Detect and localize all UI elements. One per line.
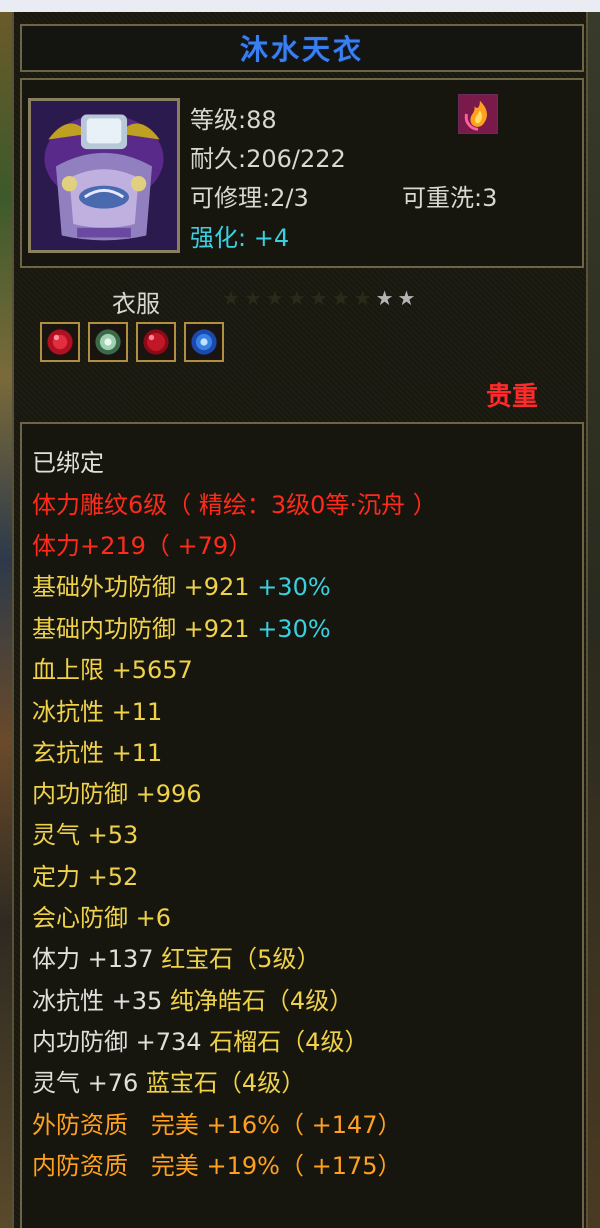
stamina-attribute: 体力+219（ +79）: [32, 532, 253, 560]
star-icon: ★: [222, 286, 244, 310]
item-enhance: 强化: +4: [190, 218, 289, 253]
ruby-gem-icon: [143, 329, 169, 355]
gem-stat-2-name: 纯净皓石（4级）: [169, 987, 354, 1015]
background-scene-left: [0, 12, 12, 1228]
star-icon: ★: [265, 286, 288, 310]
ext-def-base: 基础外功防御 +921: [32, 573, 250, 601]
star-icon: ★: [287, 286, 310, 310]
enhance-value: +4: [253, 224, 290, 252]
gem-stat-1-name: 红宝石（5级）: [161, 945, 321, 973]
gem-stat-2: 冰抗性 +35 纯净皓石（4级）: [32, 986, 353, 1016]
star-lit-icon: ★: [375, 286, 398, 310]
quality-1-grade: 完美: [150, 1111, 199, 1139]
item-level: 等级:88: [190, 106, 277, 134]
gem-stat-1: 体力 +137 红宝石（5级）: [32, 944, 320, 974]
star-icon: ★: [353, 286, 376, 310]
gem-stat-2-value: 冰抗性 +35: [32, 987, 163, 1015]
rarity-label: 贵重: [486, 382, 539, 412]
int-def-pct: +30%: [257, 615, 331, 643]
armor-portrait: [28, 98, 180, 253]
star-icon: ★: [331, 286, 354, 310]
gem-stat-4-value: 灵气 +76: [32, 1069, 139, 1097]
flame-icon: [459, 95, 497, 133]
gem-stat-3: 内功防御 +734 石榴石（4级）: [32, 1027, 368, 1057]
gem-stat-3-value: 内功防御 +734: [32, 1028, 202, 1056]
red-gem-icon: [47, 329, 73, 355]
gem-stat-4-name: 蓝宝石（4级）: [145, 1069, 306, 1097]
item-category: 衣服: [112, 290, 160, 318]
item-title-box: 沐水天衣: [20, 24, 584, 72]
quality-2-grade: 完美: [150, 1152, 199, 1180]
blue-gem-icon: [191, 329, 217, 355]
element-badge: [458, 94, 498, 134]
int-def-bonus-attribute: 内功防御 +996: [32, 780, 202, 808]
item-durability: 耐久:206/222: [190, 145, 346, 173]
ext-def-attribute: 基础外功防御 +921 +30%: [32, 572, 331, 602]
gem-socket-1[interactable]: [40, 322, 80, 362]
quality-1-label: 外防资质: [32, 1111, 128, 1139]
window-top-edge: [0, 0, 600, 12]
int-def-base: 基础内功防御 +921: [32, 615, 250, 643]
ice-res-attribute: 冰抗性 +11: [32, 698, 163, 726]
xuan-res-attribute: 玄抗性 +11: [32, 739, 163, 767]
quality-line-2: 内防资质 完美 +19%（ +175）: [32, 1151, 402, 1181]
enhance-label: 强化:: [190, 224, 247, 252]
int-def-attribute: 基础内功防御 +921 +30%: [32, 614, 331, 644]
quality-2-label: 内防资质: [32, 1152, 128, 1180]
gem-stat-1-value: 体力 +137: [32, 945, 154, 973]
gem-stat-3-name: 石榴石（4级）: [209, 1028, 369, 1056]
star-lit-icon: ★: [397, 286, 420, 310]
quality-line-1: 外防资质 完美 +16%（ +147）: [32, 1110, 402, 1140]
star-rating: ★★★★★★★★★: [222, 286, 419, 310]
gem-socket-2[interactable]: [88, 322, 128, 362]
item-rewash-count: 可重洗:3: [402, 184, 498, 212]
crit-def-attribute: 会心防御 +6: [32, 904, 172, 932]
background-scene-right: [588, 12, 600, 1228]
quality-2-value: +19%（ +175）: [206, 1152, 402, 1180]
item-name: 沐水天衣: [239, 33, 364, 66]
gem-socket-3[interactable]: [136, 322, 176, 362]
bound-status: 已绑定: [32, 449, 104, 477]
quality-1-value: +16%（ +147）: [206, 1111, 402, 1139]
green-gem-icon: [95, 329, 121, 355]
gem-socket-4[interactable]: [184, 322, 224, 362]
star-icon: ★: [243, 286, 266, 310]
ext-def-pct: +30%: [257, 573, 331, 601]
star-icon: ★: [309, 286, 332, 310]
carve-attribute: 体力雕纹6级（ 精绘：3级0等·沉舟 ）: [32, 491, 437, 519]
armor-robe-icon: [31, 101, 177, 250]
hp-max-attribute: 血上限 +5657: [32, 656, 193, 684]
gem-stat-4: 灵气 +76 蓝宝石（4级）: [32, 1068, 305, 1098]
focus-attribute: 定力 +52: [32, 863, 139, 891]
item-repair-count: 可修理:2/3: [190, 184, 309, 212]
spirit-attribute: 灵气 +53: [32, 821, 139, 849]
